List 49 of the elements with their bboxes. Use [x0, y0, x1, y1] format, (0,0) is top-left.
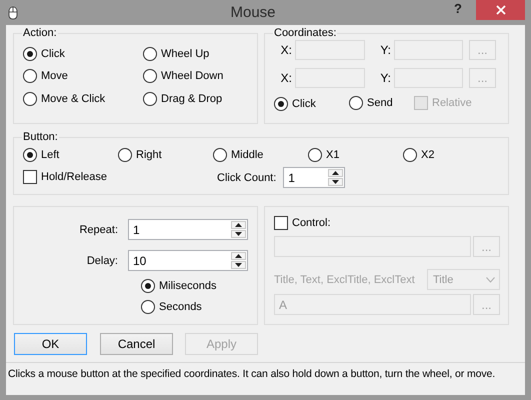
spin-up-button[interactable] [231, 252, 246, 260]
mouse-icon [8, 6, 18, 20]
field-label: Repeat: [78, 224, 119, 236]
close-icon [496, 5, 506, 15]
radio-button[interactable]: Click [274, 94, 316, 112]
number-field[interactable]: 1 [128, 219, 248, 240]
radio-button[interactable]: Wheel Up [143, 44, 210, 63]
field-label: X: [280, 42, 293, 56]
triangle-down-icon [332, 180, 340, 184]
close-button[interactable] [476, 0, 525, 20]
radio-button[interactable]: Drag & Drop [143, 90, 222, 108]
field-label: Click Count: [217, 172, 276, 184]
radio-button[interactable]: Send [349, 94, 393, 112]
number-field[interactable]: 10 [128, 250, 248, 271]
spin-up-button[interactable] [231, 221, 246, 229]
group-label: Action: [23, 27, 57, 39]
triangle-up-icon [235, 223, 242, 227]
radio-button[interactable]: Move [23, 67, 68, 86]
triangle-up-icon [332, 171, 340, 175]
field-label: X: [280, 70, 293, 84]
chevron-down-icon [486, 276, 495, 282]
radio-button[interactable]: Wheel Down [143, 67, 224, 86]
spin-down-button[interactable] [231, 230, 246, 238]
triangle-down-icon [235, 232, 242, 236]
radio-button[interactable]: Move & Click [23, 90, 106, 108]
dialog-button[interactable]: Cancel [100, 333, 173, 355]
spin-up-button[interactable] [328, 169, 344, 177]
group-label: Button: [23, 131, 58, 143]
field-label: Y: [379, 42, 392, 56]
triangle-down-icon [235, 263, 242, 267]
group-label: Coordinates: [274, 27, 336, 39]
field-label: Y: [379, 70, 392, 84]
help-button[interactable]: ? [448, 1, 468, 16]
checkbox[interactable]: Hold/Release [23, 168, 108, 186]
radio-button[interactable]: Miliseconds [141, 277, 216, 295]
dialog-button[interactable]: OK [14, 333, 87, 355]
radio-button[interactable]: Right [118, 146, 162, 164]
radio-button[interactable]: X1 [308, 146, 340, 164]
triangle-up-icon [235, 254, 242, 258]
radio-button[interactable]: Left [23, 146, 60, 164]
radio-button[interactable]: Click [23, 45, 65, 64]
field-label: Delay: [86, 254, 119, 266]
field-label: Title, Text, ExclTitle, ExclText [274, 274, 415, 286]
window-title: Mouse [229, 4, 277, 21]
radio-button[interactable]: X2 [403, 146, 434, 164]
spin-down-button[interactable] [231, 261, 246, 269]
radio-button[interactable]: Seconds [141, 298, 202, 316]
spin-down-button[interactable] [328, 178, 344, 186]
radio-button[interactable]: Middle [213, 146, 264, 164]
